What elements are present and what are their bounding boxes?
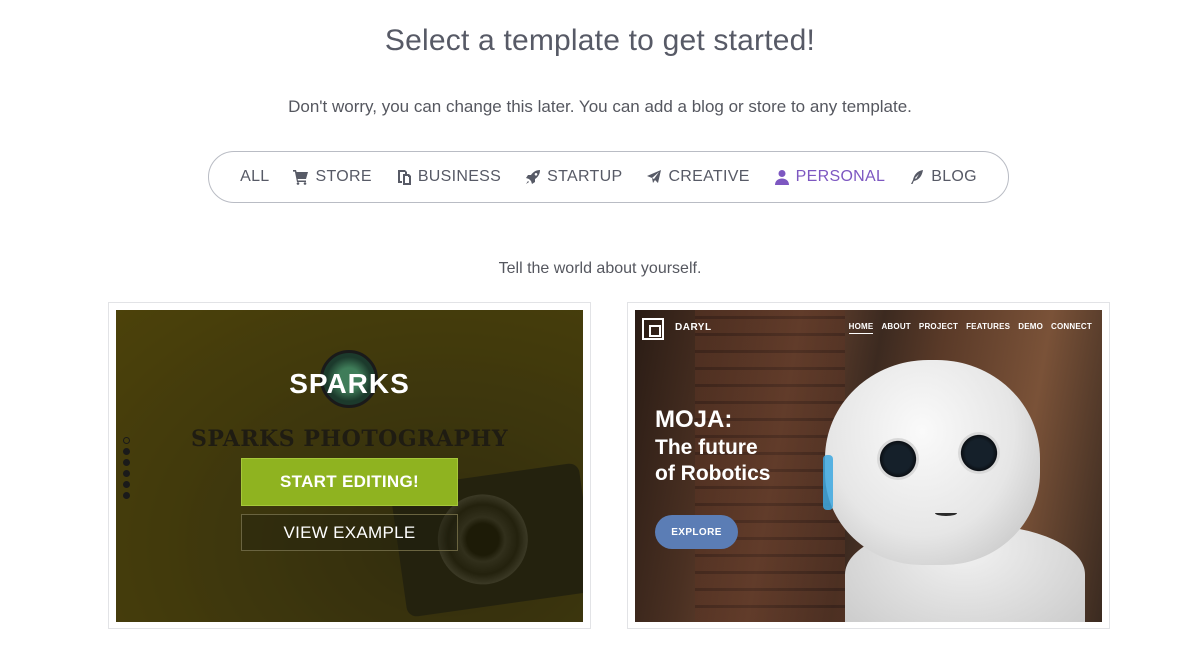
daryl-nav-demo[interactable]: DEMO <box>1018 322 1043 334</box>
rocket-icon <box>525 169 541 185</box>
user-icon <box>774 169 790 185</box>
daryl-nav-project[interactable]: PROJECT <box>919 322 958 334</box>
headline-line-3: of Robotics <box>655 462 771 486</box>
filter-creative[interactable]: CREATIVE <box>646 168 749 186</box>
daryl-headline: MOJA: The future of Robotics <box>655 405 771 488</box>
robot-eye <box>958 432 1000 474</box>
sparks-heading: SPARKS PHOTOGRAPHY <box>190 426 509 452</box>
page-subtitle: Don't worry, you can change this later. … <box>288 97 912 116</box>
filter-all[interactable]: ALL <box>240 168 269 186</box>
filter-blog[interactable]: BLOG <box>909 168 977 186</box>
filter-business-label: BUSINESS <box>417 168 502 185</box>
robot-ear-light <box>823 455 833 510</box>
filter-personal[interactable]: PERSONAL <box>774 168 886 186</box>
slide-dot[interactable] <box>123 437 130 444</box>
headline-line-2: The future <box>655 436 758 459</box>
robot-head-image <box>825 360 1040 565</box>
filter-creative-label: CREATIVE <box>668 168 750 185</box>
start-editing-button[interactable]: START EDITING! <box>241 458 458 506</box>
daryl-nav-features[interactable]: FEATURES <box>966 322 1010 334</box>
filter-all-label: ALL <box>240 168 270 185</box>
copy-icon <box>396 169 412 185</box>
view-example-button[interactable]: VIEW EXAMPLE <box>241 514 458 551</box>
feather-icon <box>909 169 925 185</box>
daryl-logo-icon <box>642 318 664 340</box>
page-title: Select a template to get started! <box>384 24 816 57</box>
daryl-brand: DARYL <box>675 322 712 333</box>
filter-personal-label: PERSONAL <box>795 168 886 185</box>
filter-blog-label: BLOG <box>931 168 977 185</box>
paper-plane-icon <box>646 169 662 185</box>
slide-dot[interactable] <box>123 448 130 455</box>
category-tagline: Tell the world about yourself. <box>498 260 702 277</box>
template-preview-daryl: DARYL HOME ABOUT PROJECT FEATURES DEMO C… <box>635 310 1102 622</box>
sparks-logo-text: SPARKS <box>289 368 410 399</box>
template-preview-sparks: SPARKS SPARKS PHOTOGRAPHY START EDITING!… <box>116 310 583 622</box>
filter-store[interactable]: STORE <box>293 168 372 186</box>
slide-dot[interactable] <box>123 459 130 466</box>
daryl-nav-connect[interactable]: CONNECT <box>1051 322 1092 334</box>
category-filter-bar: ALL STORE BUSINESS STARTUP CREATIVE PERS… <box>208 151 1009 203</box>
headline-line-1: MOJA: <box>655 406 733 433</box>
filter-business[interactable]: BUSINESS <box>396 168 501 186</box>
daryl-nav-home[interactable]: HOME <box>848 322 874 334</box>
robot-eye <box>877 438 919 480</box>
filter-store-label: STORE <box>315 168 372 185</box>
slide-dot[interactable] <box>123 492 130 499</box>
filter-startup-label: STARTUP <box>547 168 623 185</box>
template-card-sparks[interactable]: SPARKS SPARKS PHOTOGRAPHY START EDITING!… <box>108 302 591 629</box>
daryl-nav-about[interactable]: ABOUT <box>881 322 910 334</box>
daryl-nav: HOME ABOUT PROJECT FEATURES DEMO CONNECT <box>848 322 1092 334</box>
slide-dots <box>123 437 130 499</box>
filter-startup[interactable]: STARTUP <box>525 168 622 186</box>
slide-dot[interactable] <box>123 470 130 477</box>
cart-icon <box>293 169 309 185</box>
explore-button[interactable]: EXPLORE <box>655 515 738 549</box>
slide-dot[interactable] <box>123 481 130 488</box>
template-card-daryl[interactable]: DARYL HOME ABOUT PROJECT FEATURES DEMO C… <box>627 302 1110 629</box>
robot-mouth <box>935 510 957 516</box>
